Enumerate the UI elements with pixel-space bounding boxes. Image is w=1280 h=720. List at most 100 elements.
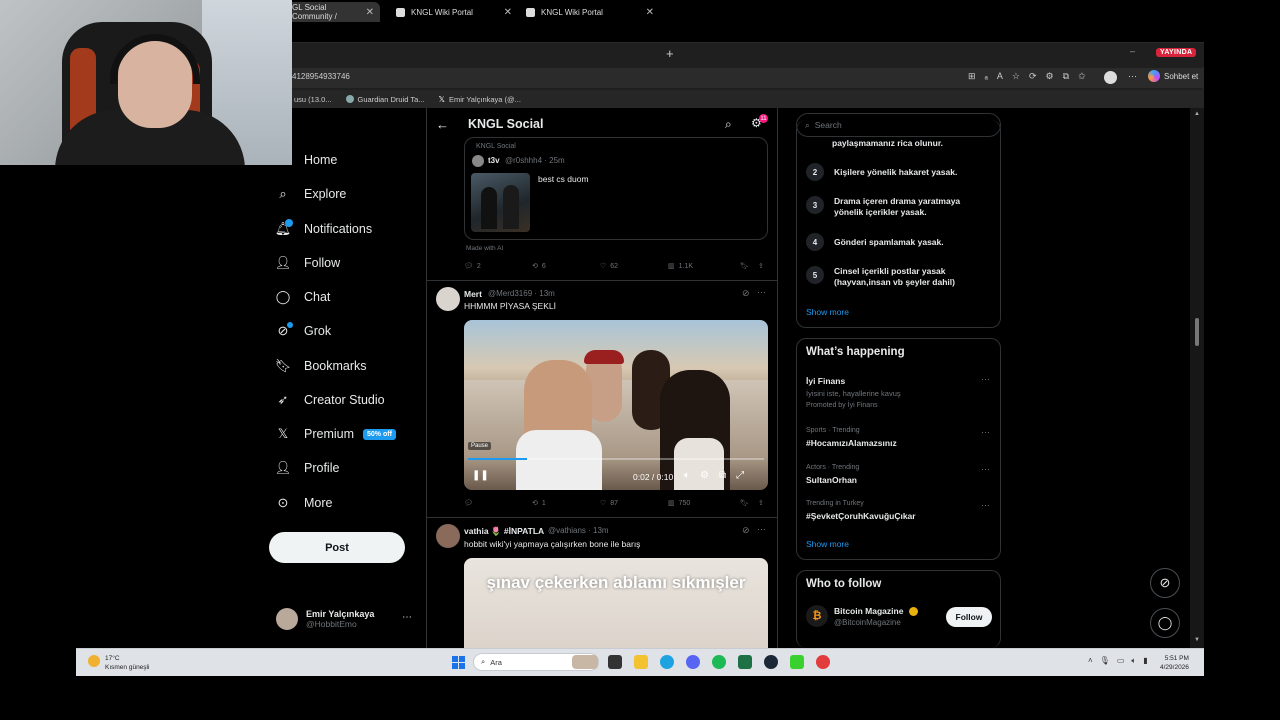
more-icon[interactable]: ⋯ (981, 464, 990, 475)
picture-in-picture-icon[interactable]: ⧉ (719, 470, 726, 481)
rules-show-more-link[interactable]: Show more (806, 307, 849, 317)
task-view-icon[interactable] (608, 655, 622, 669)
edge-icon[interactable] (660, 655, 674, 669)
fullscreen-icon[interactable]: ⤢ (736, 470, 744, 481)
excel-icon[interactable] (738, 655, 752, 669)
repost-button[interactable]: ⟲ 1 (532, 499, 600, 508)
tab-kngl-social[interactable]: GL Social Community / ✕ (286, 2, 380, 22)
bookmark-item[interactable]: usu (13.0... (294, 95, 332, 104)
read-aloud-icon[interactable]: A (997, 71, 1003, 82)
like-button[interactable]: ♡ 62 (600, 262, 668, 271)
weather-widget[interactable]: 17°C Kısmen güneşli (105, 654, 149, 672)
video-player[interactable] (464, 320, 768, 490)
steam-icon[interactable] (764, 655, 778, 669)
tab-wiki-2[interactable]: KNGL Wiki Portal ✕ (520, 2, 660, 22)
favorites-icon[interactable]: ✩ (1078, 71, 1086, 82)
close-icon[interactable]: ✕ (366, 7, 374, 18)
share-button[interactable]: ⇪ (758, 499, 764, 507)
share-button[interactable]: ⇪ (758, 262, 764, 270)
quoted-post-image[interactable] (471, 173, 530, 232)
battery-icon[interactable]: ▮ (1143, 656, 1147, 666)
translate-icon[interactable]: ₐ (985, 71, 988, 82)
pause-icon[interactable]: ❚❚ (472, 470, 489, 481)
follow-button[interactable]: Follow (946, 607, 992, 627)
nav-item-explore[interactable]: ⌕ Explore (275, 186, 346, 202)
trend-name[interactable]: İyi Finans (806, 376, 845, 386)
taskbar-clock[interactable]: 5:51 PM 4/29/2026 (1160, 654, 1189, 672)
chevron-up-icon[interactable]: ˄ (1088, 656, 1093, 666)
search-icon[interactable]: ⌕ (725, 117, 732, 132)
trends-show-more-link[interactable]: Show more (806, 539, 849, 549)
views-button[interactable]: ▥ 750 (668, 499, 740, 508)
settings-icon[interactable]: ⚙ (700, 470, 709, 481)
microphone-icon[interactable]: 🎙︎ (1100, 656, 1110, 666)
more-icon[interactable]: ⋯ (757, 524, 766, 535)
quoted-author-name[interactable]: t3v (488, 156, 500, 165)
reply-button[interactable]: 💬︎ 2 (464, 262, 532, 271)
nav-item-grok[interactable]: ⊘ Grok (275, 323, 332, 339)
views-button[interactable]: ▥ 1.1K (668, 262, 740, 271)
more-icon[interactable]: ⋯ (1128, 71, 1137, 82)
avatar[interactable] (436, 524, 460, 548)
repost-button[interactable]: ⟲ 6 (532, 262, 600, 271)
trend-name[interactable]: #ŞevketÇoruhKavuğuÇıkar (806, 511, 916, 521)
nav-item-more[interactable]: ⊙ More (275, 495, 333, 511)
account-more-icon[interactable]: ⋯ (402, 612, 412, 623)
nav-item-follow[interactable]: 👤︎ Follow (275, 255, 340, 271)
discord-icon[interactable] (686, 655, 700, 669)
volume-icon[interactable]: 🔈︎ (1131, 656, 1136, 666)
grok-icon[interactable]: ⊘ (742, 288, 750, 299)
post-author-name[interactable]: Mert (464, 289, 482, 299)
grid-icon[interactable]: ⊞ (968, 71, 976, 82)
chat-floating-icon[interactable]: ◯ (1150, 608, 1180, 638)
copilot-button[interactable]: Sohbet et (1148, 70, 1198, 82)
nav-item-chat[interactable]: ◯ Chat (275, 289, 331, 305)
scroll-down-icon[interactable]: ▼ (1194, 637, 1200, 643)
bitcoin-magazine-avatar[interactable]: ₿ (806, 605, 828, 627)
avatar[interactable] (436, 287, 460, 311)
back-arrow-icon[interactable]: ← (436, 117, 449, 132)
nav-item-profile[interactable]: 👤︎ Profile (275, 460, 340, 476)
reply-button[interactable]: 💬︎ (464, 499, 532, 507)
refresh-icon[interactable]: ⟳ (1029, 71, 1037, 82)
more-icon[interactable]: ⋯ (757, 287, 766, 298)
minimize-icon[interactable]: – (1130, 46, 1135, 56)
collections-icon[interactable]: ⧉ (1063, 71, 1069, 82)
scrollbar-thumb[interactable] (1195, 318, 1199, 346)
like-button[interactable]: ♡ 87 (600, 499, 668, 508)
network-icon[interactable]: ▭ (1117, 656, 1125, 666)
bookmark-item[interactable]: Guardian Druid Ta... (345, 95, 425, 104)
search-highlight-icon[interactable] (572, 655, 598, 669)
nav-item-creator-studio[interactable]: ➶ Creator Studio (275, 392, 385, 408)
url-field[interactable]: 4128954933746 (292, 72, 350, 81)
trend-name[interactable]: #HocamızıAlamazsınız (806, 438, 897, 448)
file-explorer-icon[interactable] (634, 655, 648, 669)
more-icon[interactable]: ⋯ (981, 500, 990, 511)
bookmark-item[interactable]: 𝕏 Emir Yalçınkaya (@... (439, 95, 521, 104)
profile-avatar-icon[interactable] (1104, 71, 1117, 84)
more-icon[interactable]: ⋯ (981, 427, 990, 438)
extension-icon[interactable]: ⚙ (1046, 71, 1054, 82)
suggested-account-name[interactable]: Bitcoin Magazine (834, 606, 903, 616)
nav-item-premium[interactable]: 𝕏 Premium 50% off (275, 426, 396, 442)
nvidia-icon[interactable] (790, 655, 804, 669)
trend-name[interactable]: SultanOrhan (806, 475, 857, 485)
scroll-up-icon[interactable]: ▲ (1194, 111, 1200, 117)
nav-item-bookmarks[interactable]: 🔖︎ Bookmarks (275, 358, 367, 374)
app-icon[interactable] (816, 655, 830, 669)
tab-wiki-1[interactable]: KNGL Wiki Portal ✕ (390, 2, 518, 22)
more-icon[interactable]: ⋯ (981, 374, 990, 385)
spotify-icon[interactable] (712, 655, 726, 669)
weather-sun-icon[interactable] (88, 655, 100, 667)
bookmark-button[interactable]: 🔖︎ (740, 262, 758, 270)
windows-start-icon[interactable] (452, 656, 465, 669)
favorite-star-icon[interactable]: ☆ (1012, 71, 1020, 82)
post-button[interactable]: Post (269, 532, 405, 563)
grok-floating-icon[interactable]: ⊘ (1150, 568, 1180, 598)
post-author-name[interactable]: vathia 🌷 #İNPATLA (464, 526, 544, 537)
bookmark-button[interactable]: 🔖︎ (740, 499, 758, 507)
grok-icon[interactable]: ⊘ (742, 525, 750, 536)
volume-icon[interactable]: 🔈︎ (684, 470, 690, 481)
scrollbar[interactable] (1190, 108, 1204, 648)
close-icon[interactable]: ✕ (646, 7, 654, 18)
